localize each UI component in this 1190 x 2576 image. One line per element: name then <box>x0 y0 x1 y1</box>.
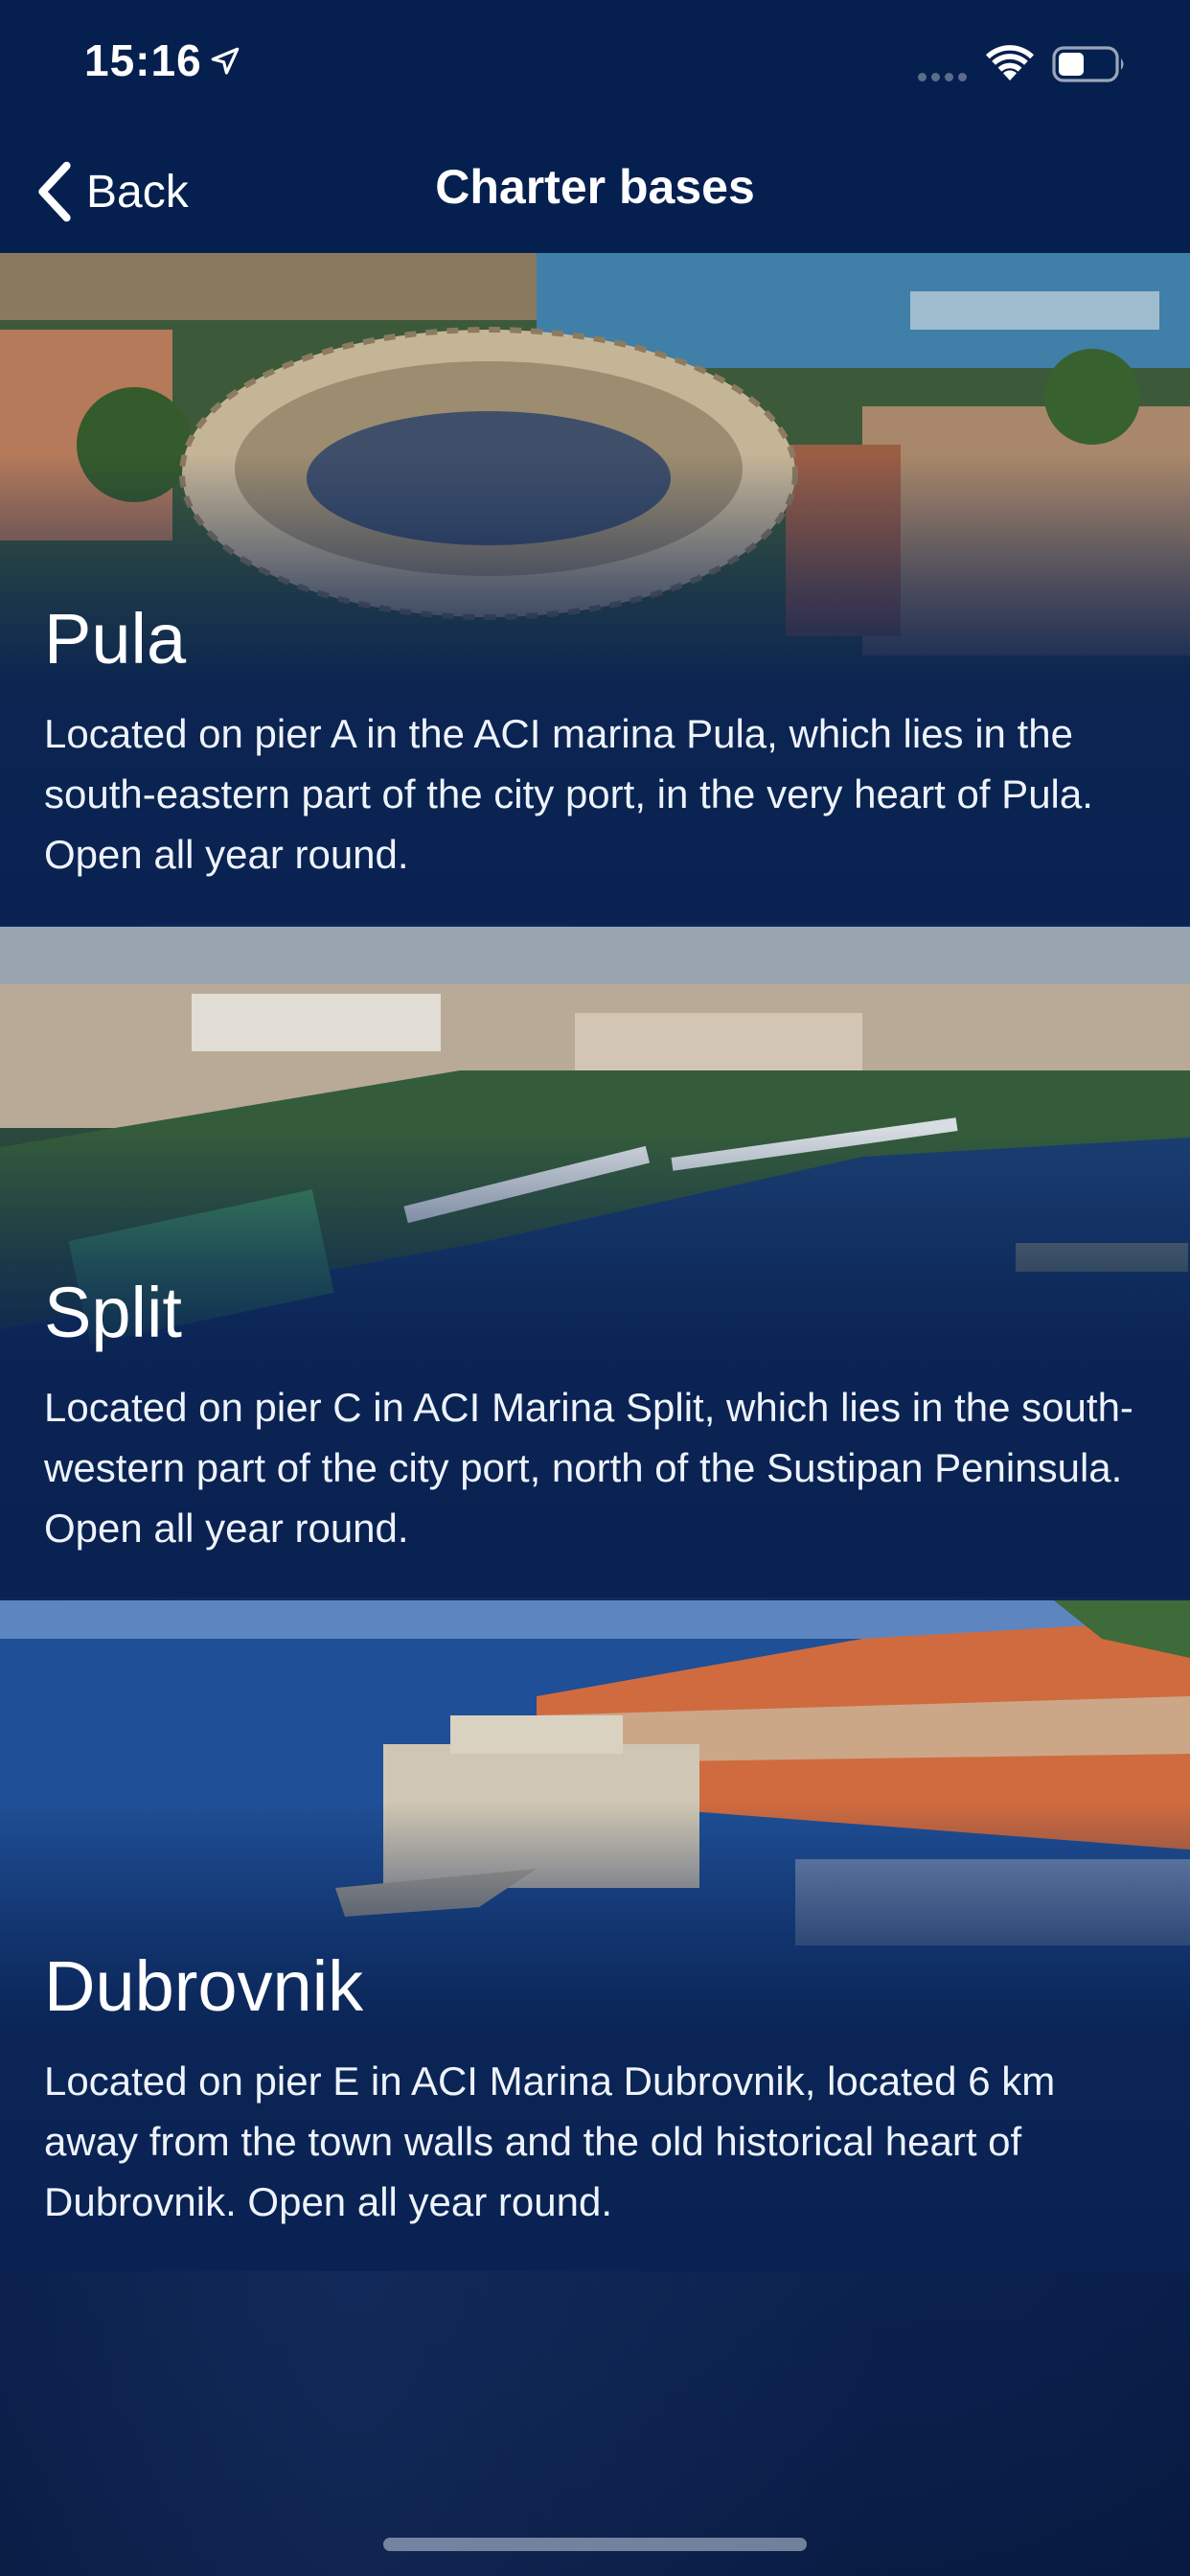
signal-icon <box>918 69 973 81</box>
base-card-split[interactable]: Split Located on pier C in ACI Marina Sp… <box>0 927 1190 1598</box>
battery-icon <box>1052 46 1124 82</box>
base-description: Located on pier C in ACI Marina Split, w… <box>44 1385 1133 1551</box>
base-card-dubrovnik[interactable]: Dubrovnik Located on pier E in ACI Marin… <box>0 1600 1190 2271</box>
base-name: Pula <box>44 599 187 678</box>
base-name: Dubrovnik <box>44 1946 364 2026</box>
navigation-bar: Back Charter bases <box>0 134 1190 253</box>
base-description: Located on pier E in ACI Marina Dubrovni… <box>44 2058 1056 2224</box>
base-name: Split <box>44 1273 182 1352</box>
page-title: Charter bases <box>435 160 755 214</box>
location-arrow-icon <box>211 47 240 75</box>
wifi-icon <box>986 45 1034 80</box>
base-card-pula[interactable]: Pula Located on pier A in the ACI marina… <box>0 253 1190 924</box>
base-description: Located on pier A in the ACI marina Pula… <box>44 711 1093 877</box>
home-indicator[interactable] <box>383 2538 807 2551</box>
app-screen: 15:16 Back Charter bases Pula Located on… <box>0 0 1190 2576</box>
status-time: 15:16 <box>84 35 202 85</box>
status-bar: 15:16 <box>0 0 1190 134</box>
